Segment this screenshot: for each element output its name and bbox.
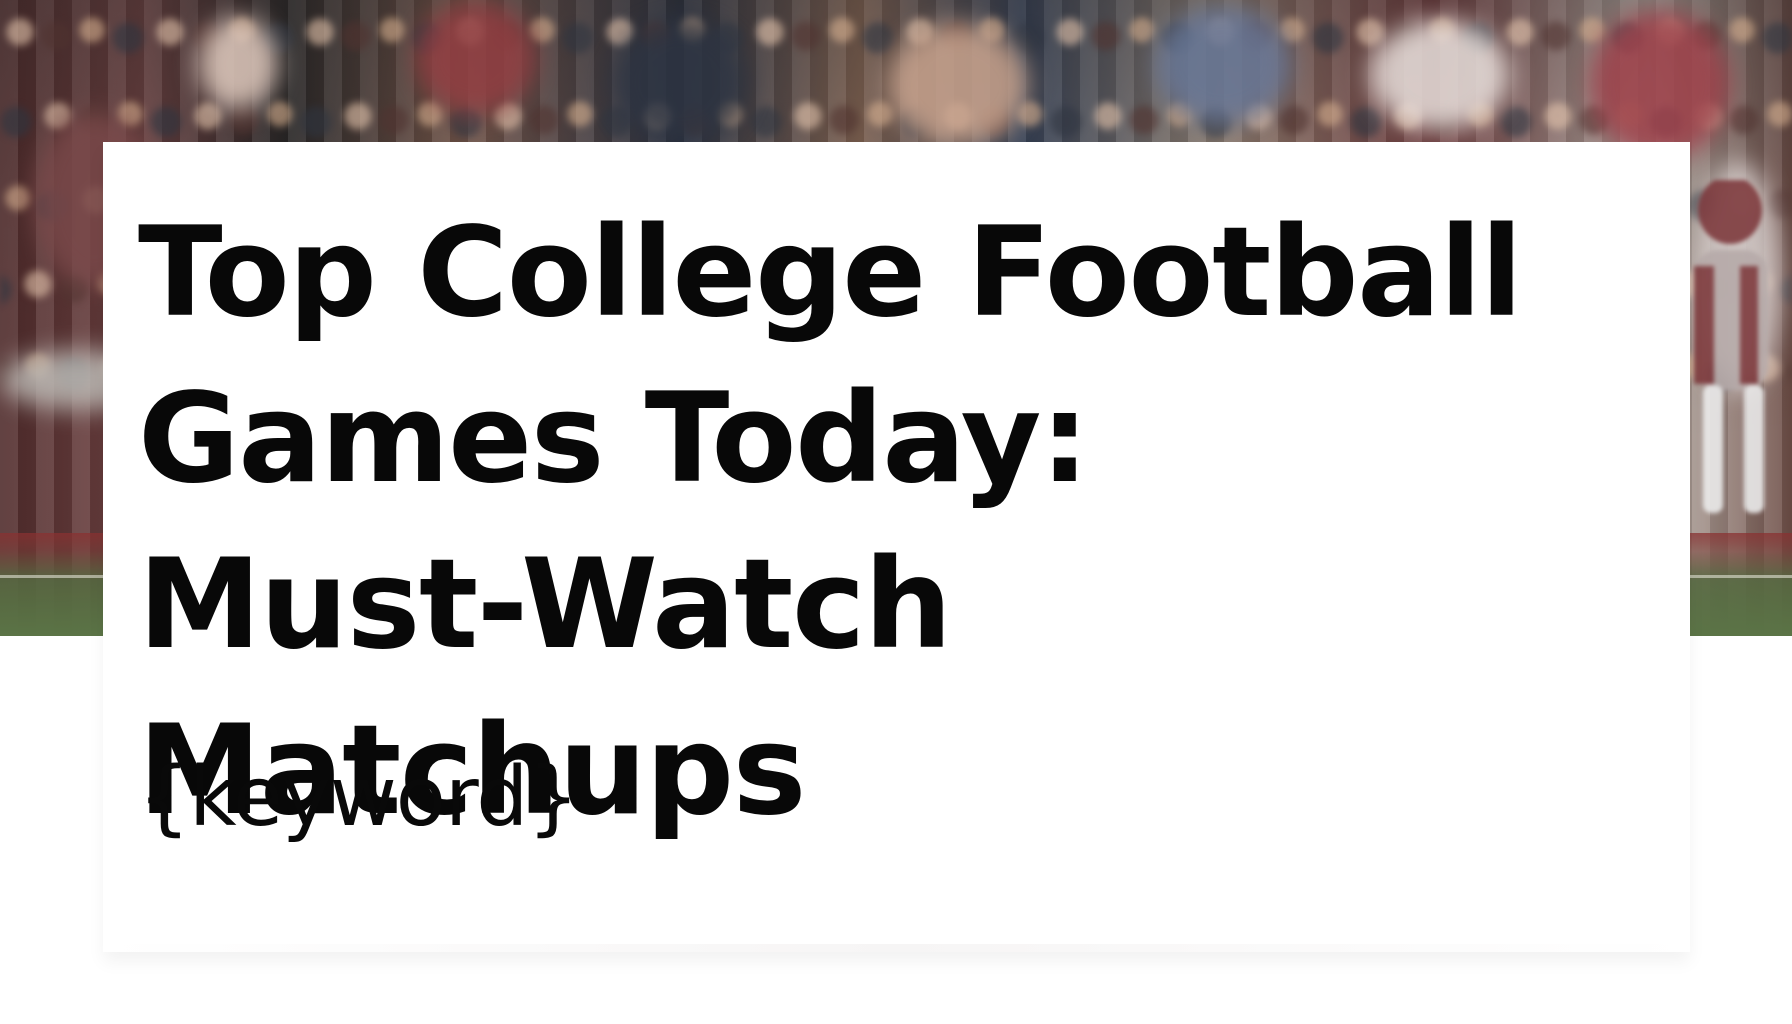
crowd-blur-spot [1370,20,1510,130]
crowd-blur-spot [1155,6,1291,124]
crowd-blur-spot [1590,10,1730,160]
keyword-placeholder: {keyword} [138,750,579,845]
card-bottom-shadow [103,944,1690,952]
crowd-blur-spot [888,24,1028,146]
crowd-blur-spot [416,2,536,114]
crowd-blur-spot [198,18,278,110]
headline-card: Top College Football Games Today: Must-W… [103,142,1690,952]
article-hero-image: Top College Football Games Today: Must-W… [0,0,1792,1024]
crowd-blur-spot [612,20,748,144]
